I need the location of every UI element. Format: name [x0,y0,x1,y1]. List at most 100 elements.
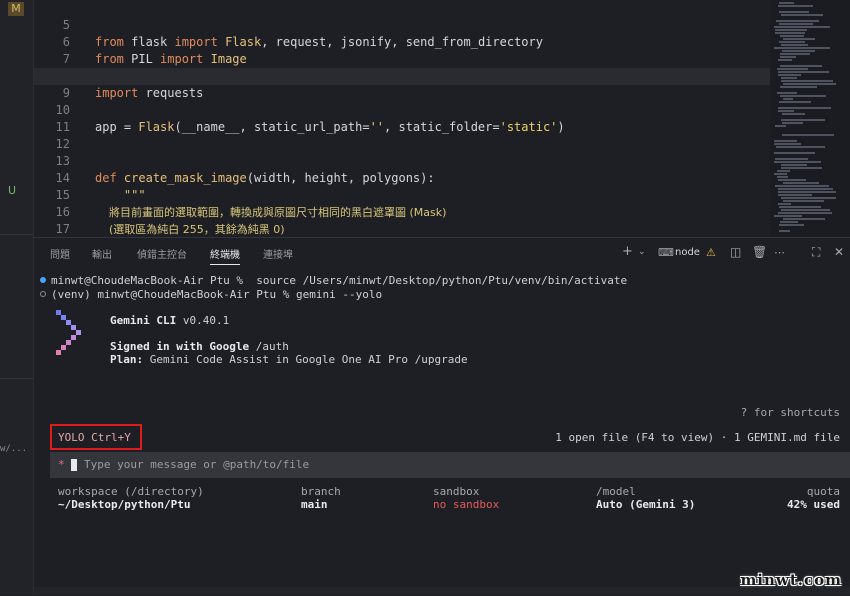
warning-icon: ⚠ [706,246,716,259]
close-panel-icon[interactable]: ✕ [834,245,844,259]
minimap-line [774,143,801,145]
chevron-down-icon[interactable]: ⌄ [638,247,646,257]
minimap-line [775,158,808,160]
sidebar-fragment: w/... [0,444,28,454]
minimap-line [781,167,822,169]
signed-in-text: Signed in with Google [110,340,250,353]
minimap-line [781,197,836,199]
minimap-line [776,146,825,148]
plan-value: Gemini Code Assist in Google One AI Pro [149,353,409,366]
tab-output[interactable]: 輸出 [92,246,112,261]
maximize-panel-icon[interactable]: ⛶ [812,245,820,260]
trash-icon[interactable]: 🗑 [752,245,767,259]
minimap-line [781,77,797,79]
add-terminal-icon[interactable]: + [622,244,633,259]
terminal-icon[interactable]: ⌨ [658,246,674,259]
minimap-line [774,140,797,142]
minimap-line [779,206,821,208]
minimap-line [775,29,807,31]
bottom-panel: 問題 輸出 偵錯主控台 終端機 連接埠 + ⌄ ⌨ node ⚠ ◫ 🗑 ⋯ ⛶… [34,237,850,596]
minimap-line [774,47,830,49]
minimap-line [779,11,809,13]
cli-version: v0.40.1 [182,314,230,327]
code-line: 17 """ [34,204,770,236]
status-bar [34,587,850,595]
terminal-command: minwt@ChoudeMacBook-Air Ptu % source /Us… [51,274,628,287]
minimap-line [775,125,786,127]
minimap-line [777,92,797,94]
minimap-line [778,191,836,193]
command-status-dot [40,291,46,297]
minimap-line [779,230,790,232]
code-line: 5 from flask import Flask, request, json… [34,0,770,49]
minimap-line [779,224,804,226]
minimap-line [783,98,793,100]
minimap-line [781,80,833,82]
minimap-line [778,179,806,181]
minimap-line [780,56,796,58]
split-terminal-icon[interactable]: ◫ [730,245,741,259]
sandbox-value: no sandbox [433,498,500,511]
open-file-status: 1 open file (F4 to view) · 1 GEMINI.md f… [555,431,840,444]
prompt-input[interactable]: * Type your message or @path/to/file [50,452,850,478]
plan-line: Plan: Gemini Code Assist in Google One A… [110,353,468,367]
tab-ports[interactable]: 連接埠 [263,246,293,261]
minimap-line [782,134,834,136]
minimap-line [778,59,792,61]
plan-label: Plan: [110,353,144,366]
minimap-line [780,95,826,97]
minimap-line [778,203,791,205]
branch-header: branch [301,485,341,498]
tab-problems[interactable]: 問題 [50,246,70,261]
gemini-logo-icon [56,310,81,355]
upgrade-command: /upgrade [414,353,468,366]
tab-terminal[interactable]: 終端機 [210,246,240,265]
sandbox-header: sandbox [433,485,480,498]
minimap-line [781,164,807,166]
minimap-line [782,50,815,52]
text-cursor [71,459,77,471]
minimap-line [782,113,805,115]
minimap-line [777,68,808,70]
code-editor[interactable]: 5 from flask import Flask, request, json… [34,0,770,236]
model-value: Auto (Gemini 3) [596,498,696,511]
minimap-line [782,122,803,124]
code-line: 12 [34,119,770,151]
quota-header: quota [806,485,840,498]
minimap-line [780,221,798,223]
yolo-mode-indicator: YOLO Ctrl+Y [58,431,131,444]
code-line: 10 app = Flask(__name__, static_url_path… [34,85,770,134]
watermark-logo: minwt.com [740,571,842,589]
minimap-line [774,215,802,217]
minimap-line [774,173,787,175]
prompt-marker: * [58,458,65,471]
code-line: 8 import requests [34,51,770,100]
sidebar-divider [0,234,33,235]
minimap-line [781,44,808,46]
minimap-line [778,212,832,214]
tab-debug-console[interactable]: 偵錯主控台 [137,246,187,261]
command-status-dot [40,277,46,283]
panel-tabs: 問題 輸出 偵錯主控台 終端機 連接埠 + ⌄ ⌨ node ⚠ ◫ 🗑 ⋯ ⛶… [34,238,850,268]
minimap-line [780,53,810,55]
terminal-command: (venv) minwt@ChoudeMacBook-Air Ptu % gem… [51,288,383,301]
minimap-line [783,38,815,40]
signed-in-line: Signed in with Google /auth [110,340,289,354]
untracked-badge: U [8,184,17,197]
minimap-line [780,65,822,67]
code-line: 16 (選取區為純白 255，其餘為純黑 0) [34,187,770,236]
more-icon[interactable]: ⋯ [774,246,785,259]
terminal-name[interactable]: node [675,247,700,258]
model-header: /model [596,485,636,498]
activity-sidebar: M U w/... [0,0,34,595]
minimap-line [778,188,833,190]
minimap-line [781,119,825,121]
minimap[interactable] [770,0,850,236]
auth-command: /auth [255,340,289,353]
code-line-current: 9 [34,68,770,100]
prompt-placeholder: Type your message or @path/to/file [84,458,310,471]
cli-title: Gemini CLI [110,314,177,327]
minimap-line [778,5,813,7]
code-line: 13 def create_mask_image(width, height, … [34,136,770,185]
code-line: 15 將目前畫面的選取範圍，轉換成與原圖尺寸相同的黑白遮罩圖 (Mask) [34,170,770,219]
